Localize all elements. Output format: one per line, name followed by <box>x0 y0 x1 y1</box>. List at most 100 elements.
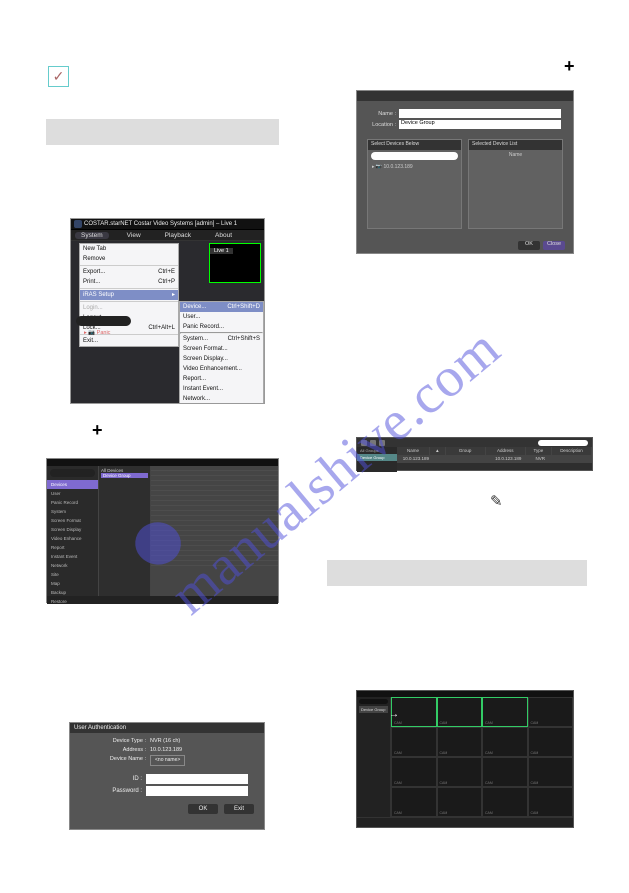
submenu-item[interactable]: Panic Record... <box>180 322 263 332</box>
camera-cell[interactable]: CAM <box>482 727 528 757</box>
toolbar <box>357 438 592 447</box>
id-input[interactable] <box>146 774 248 784</box>
sidebar-item[interactable]: Video Enhance <box>47 534 98 543</box>
camera-cell[interactable]: CAM <box>437 697 483 727</box>
camera-cell[interactable]: CAM <box>482 757 528 787</box>
screenshot-user-authentication: User Authentication Device Type :NVR (16… <box>69 722 265 830</box>
live-panel: Live 1 <box>209 243 261 283</box>
menu-item[interactable]: Login... <box>80 303 178 313</box>
camera-cell[interactable]: CAM <box>528 787 574 817</box>
submenu-item[interactable]: Report... <box>180 374 263 384</box>
tool-icon[interactable] <box>379 440 385 446</box>
device-tree[interactable]: Device Group <box>357 697 391 817</box>
available-devices-pane: Select Devices Below ▸ 📷 10.0.123.189 <box>367 139 462 229</box>
camera-cell[interactable]: CAM <box>437 787 483 817</box>
menu-item[interactable]: Remove <box>80 254 178 264</box>
submenu-item[interactable]: User... <box>180 312 263 322</box>
submenu-device[interactable]: Device...Ctrl+Shift+D <box>180 302 263 312</box>
password-label: Password : <box>86 788 146 794</box>
iras-setup-submenu[interactable]: Device...Ctrl+Shift+D User... Panic Reco… <box>179 301 264 404</box>
name-input[interactable] <box>399 109 561 118</box>
tool-icon[interactable] <box>370 440 376 446</box>
selected-devices-pane: Selected Device List Name <box>468 139 563 229</box>
sidebar-item[interactable]: User <box>47 489 98 498</box>
screenshot-live-view: Device Group CAM CAM CAM CAM CAM CAM CAM… <box>356 690 574 828</box>
window-titlebar: COSTAR.starNET Costar Video Systems [adm… <box>71 219 264 230</box>
sidebar-item[interactable]: Map <box>47 579 98 588</box>
device-table <box>151 466 278 596</box>
device-tree[interactable]: All Devices Device Group <box>99 466 151 596</box>
checkbox[interactable]: ✓ <box>48 66 69 87</box>
menu-playback[interactable]: Playback <box>159 232 197 239</box>
plus-icon: + <box>564 56 575 77</box>
menu-item[interactable]: Export...Ctrl+E <box>80 267 178 277</box>
menu-system[interactable]: System <box>75 232 109 239</box>
ok-button[interactable]: OK <box>518 241 540 250</box>
menu-bar[interactable]: System View Playback About <box>71 230 264 241</box>
sidebar-item[interactable]: Screen Display <box>47 525 98 534</box>
submenu-item[interactable]: Instant Event... <box>180 384 263 394</box>
submenu-item[interactable]: Video Enhancement... <box>180 364 263 374</box>
search-input[interactable] <box>538 440 588 446</box>
screenshot-add-group-dialog: Name : Location :Device Group Select Dev… <box>356 90 574 254</box>
live-tab[interactable]: Live 1 <box>210 248 233 254</box>
menu-item[interactable]: Print...Ctrl+P <box>80 277 178 287</box>
camera-cell[interactable]: CAM <box>391 757 437 787</box>
edit-icon: ✎ <box>490 492 503 510</box>
close-button[interactable]: Close <box>543 241 565 250</box>
menu-item-iras-setup[interactable]: iRAS Setup▸ <box>80 290 178 300</box>
camera-cell[interactable]: CAM <box>482 787 528 817</box>
sidebar-item[interactable]: Restore <box>47 597 98 606</box>
dialog-titlebar: User Authentication <box>70 723 264 733</box>
setup-sidebar[interactable]: Devices User Panic Record System Screen … <box>47 466 99 596</box>
screenshot-setup-window: Devices User Panic Record System Screen … <box>46 458 279 603</box>
location-label: Location : <box>369 122 399 128</box>
menu-about[interactable]: About <box>209 232 238 239</box>
sidebar-item[interactable]: System <box>47 507 98 516</box>
camera-cell[interactable]: CAM <box>482 697 528 727</box>
search-input[interactable] <box>359 699 388 704</box>
tool-icon[interactable] <box>361 440 367 446</box>
exit-button[interactable]: Exit <box>224 804 254 814</box>
name-label: Name : <box>369 111 399 117</box>
sidebar-item[interactable]: Panic Record <box>47 498 98 507</box>
sidebar-item[interactable]: Site <box>47 570 98 579</box>
camera-grid: CAM CAM CAM CAM CAM CAM CAM CAM CAM CAM … <box>391 697 573 817</box>
camera-cell[interactable]: CAM <box>437 727 483 757</box>
group-sidebar[interactable]: All Groups Device Group <box>357 447 397 472</box>
table-header: Name ▲ Group Address Type Description <box>397 447 592 455</box>
app-logo-icon <box>74 220 82 228</box>
device-tree[interactable]: ▸ 📷 Panic <box>76 313 131 403</box>
camera-cell[interactable]: CAM <box>391 727 437 757</box>
submenu-item[interactable]: Screen Format... <box>180 344 263 354</box>
sidebar-item[interactable]: Screen Format <box>47 516 98 525</box>
table-row[interactable]: 10.0.123.189 10.0.123.189 NVR <box>397 455 592 463</box>
search-input[interactable] <box>76 316 131 326</box>
submenu-item[interactable]: Network... <box>180 394 263 404</box>
menu-item[interactable]: New Tab <box>80 244 178 254</box>
sidebar-item[interactable]: Network <box>47 561 98 570</box>
camera-cell[interactable]: CAM <box>528 757 574 787</box>
sidebar-item[interactable]: Report <box>47 543 98 552</box>
password-input[interactable] <box>146 786 248 796</box>
highlight-bar <box>327 560 587 586</box>
device-list[interactable]: ▸ 📷 10.0.123.189 <box>368 162 461 172</box>
camera-cell[interactable]: CAM <box>437 757 483 787</box>
ok-button[interactable]: OK <box>188 804 218 814</box>
camera-cell[interactable]: CAM <box>528 727 574 757</box>
sidebar-item[interactable]: Devices <box>47 480 98 489</box>
sidebar-item[interactable]: Backup <box>47 588 98 597</box>
tree-node-panic[interactable]: ▸ 📷 Panic <box>76 329 131 337</box>
submenu-item[interactable]: System...Ctrl+Shift+S <box>180 334 263 344</box>
camera-cell[interactable]: CAM <box>391 787 437 817</box>
camera-cell[interactable]: CAM <box>528 697 574 727</box>
sidebar-item[interactable]: Instant Event <box>47 552 98 561</box>
submenu-item[interactable]: Screen Display... <box>180 354 263 364</box>
screenshot-device-list: All Groups Device Group Name ▲ Group Add… <box>356 437 593 471</box>
id-label: ID : <box>86 776 146 782</box>
menu-view[interactable]: View <box>121 232 147 239</box>
search-input[interactable] <box>50 469 95 477</box>
location-select[interactable]: Device Group <box>399 120 561 129</box>
search-input[interactable] <box>371 152 458 160</box>
screenshot-system-menu: COSTAR.starNET Costar Video Systems [adm… <box>70 218 265 404</box>
